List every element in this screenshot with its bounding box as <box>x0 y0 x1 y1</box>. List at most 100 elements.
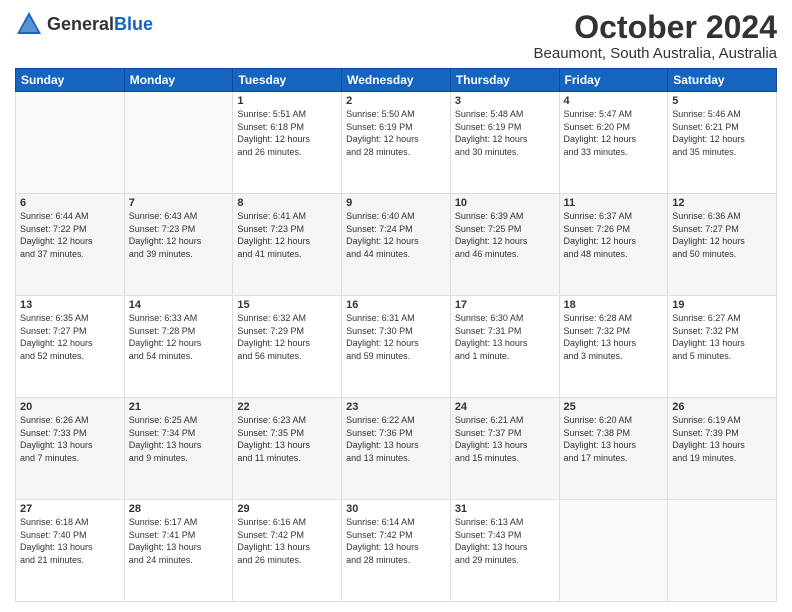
day-info: Sunrise: 6:43 AM Sunset: 7:23 PM Dayligh… <box>129 210 229 260</box>
calendar-cell: 12Sunrise: 6:36 AM Sunset: 7:27 PM Dayli… <box>668 194 777 296</box>
calendar-cell: 10Sunrise: 6:39 AM Sunset: 7:25 PM Dayli… <box>450 194 559 296</box>
day-number: 16 <box>346 299 446 311</box>
day-number: 5 <box>672 95 772 107</box>
calendar-header-row: Sunday Monday Tuesday Wednesday Thursday… <box>16 69 777 92</box>
day-number: 27 <box>20 503 120 515</box>
day-info: Sunrise: 6:21 AM Sunset: 7:37 PM Dayligh… <box>455 414 555 464</box>
day-info: Sunrise: 6:28 AM Sunset: 7:32 PM Dayligh… <box>564 312 664 362</box>
calendar-cell: 23Sunrise: 6:22 AM Sunset: 7:36 PM Dayli… <box>342 398 451 500</box>
day-number: 22 <box>237 401 337 413</box>
day-number: 10 <box>455 197 555 209</box>
logo: GeneralBlue <box>15 10 153 38</box>
day-number: 24 <box>455 401 555 413</box>
main-title: October 2024 <box>534 10 777 45</box>
day-number: 1 <box>237 95 337 107</box>
calendar-cell: 8Sunrise: 6:41 AM Sunset: 7:23 PM Daylig… <box>233 194 342 296</box>
day-info: Sunrise: 6:16 AM Sunset: 7:42 PM Dayligh… <box>237 516 337 566</box>
calendar-week-row: 13Sunrise: 6:35 AM Sunset: 7:27 PM Dayli… <box>16 296 777 398</box>
day-info: Sunrise: 6:23 AM Sunset: 7:35 PM Dayligh… <box>237 414 337 464</box>
calendar-cell: 24Sunrise: 6:21 AM Sunset: 7:37 PM Dayli… <box>450 398 559 500</box>
day-info: Sunrise: 6:30 AM Sunset: 7:31 PM Dayligh… <box>455 312 555 362</box>
day-number: 15 <box>237 299 337 311</box>
day-number: 9 <box>346 197 446 209</box>
calendar-week-row: 6Sunrise: 6:44 AM Sunset: 7:22 PM Daylig… <box>16 194 777 296</box>
day-info: Sunrise: 6:39 AM Sunset: 7:25 PM Dayligh… <box>455 210 555 260</box>
day-info: Sunrise: 6:40 AM Sunset: 7:24 PM Dayligh… <box>346 210 446 260</box>
day-info: Sunrise: 6:22 AM Sunset: 7:36 PM Dayligh… <box>346 414 446 464</box>
day-number: 20 <box>20 401 120 413</box>
col-thursday: Thursday <box>450 69 559 92</box>
title-block: October 2024 Beaumont, South Australia, … <box>534 10 777 62</box>
day-number: 28 <box>129 503 229 515</box>
calendar-cell <box>16 92 125 194</box>
calendar-cell: 22Sunrise: 6:23 AM Sunset: 7:35 PM Dayli… <box>233 398 342 500</box>
day-number: 19 <box>672 299 772 311</box>
day-info: Sunrise: 6:17 AM Sunset: 7:41 PM Dayligh… <box>129 516 229 566</box>
logo-general: General <box>47 15 114 33</box>
calendar-cell: 13Sunrise: 6:35 AM Sunset: 7:27 PM Dayli… <box>16 296 125 398</box>
calendar-cell: 18Sunrise: 6:28 AM Sunset: 7:32 PM Dayli… <box>559 296 668 398</box>
day-number: 8 <box>237 197 337 209</box>
calendar-cell <box>124 92 233 194</box>
sub-title: Beaumont, South Australia, Australia <box>534 45 777 62</box>
calendar-cell: 9Sunrise: 6:40 AM Sunset: 7:24 PM Daylig… <box>342 194 451 296</box>
col-monday: Monday <box>124 69 233 92</box>
calendar-cell: 11Sunrise: 6:37 AM Sunset: 7:26 PM Dayli… <box>559 194 668 296</box>
day-info: Sunrise: 6:20 AM Sunset: 7:38 PM Dayligh… <box>564 414 664 464</box>
day-number: 23 <box>346 401 446 413</box>
col-saturday: Saturday <box>668 69 777 92</box>
day-number: 7 <box>129 197 229 209</box>
calendar-cell <box>559 500 668 602</box>
day-info: Sunrise: 6:41 AM Sunset: 7:23 PM Dayligh… <box>237 210 337 260</box>
day-info: Sunrise: 6:14 AM Sunset: 7:42 PM Dayligh… <box>346 516 446 566</box>
day-info: Sunrise: 6:13 AM Sunset: 7:43 PM Dayligh… <box>455 516 555 566</box>
calendar-table: Sunday Monday Tuesday Wednesday Thursday… <box>15 68 777 602</box>
day-number: 30 <box>346 503 446 515</box>
calendar-week-row: 20Sunrise: 6:26 AM Sunset: 7:33 PM Dayli… <box>16 398 777 500</box>
col-friday: Friday <box>559 69 668 92</box>
day-info: Sunrise: 6:35 AM Sunset: 7:27 PM Dayligh… <box>20 312 120 362</box>
day-number: 31 <box>455 503 555 515</box>
calendar-cell: 25Sunrise: 6:20 AM Sunset: 7:38 PM Dayli… <box>559 398 668 500</box>
calendar-cell: 4Sunrise: 5:47 AM Sunset: 6:20 PM Daylig… <box>559 92 668 194</box>
day-number: 3 <box>455 95 555 107</box>
logo-blue: Blue <box>114 15 153 33</box>
day-info: Sunrise: 6:37 AM Sunset: 7:26 PM Dayligh… <box>564 210 664 260</box>
day-number: 11 <box>564 197 664 209</box>
col-sunday: Sunday <box>16 69 125 92</box>
day-number: 13 <box>20 299 120 311</box>
calendar-cell: 6Sunrise: 6:44 AM Sunset: 7:22 PM Daylig… <box>16 194 125 296</box>
day-info: Sunrise: 6:31 AM Sunset: 7:30 PM Dayligh… <box>346 312 446 362</box>
logo-text: GeneralBlue <box>47 15 153 33</box>
day-info: Sunrise: 6:36 AM Sunset: 7:27 PM Dayligh… <box>672 210 772 260</box>
day-info: Sunrise: 6:44 AM Sunset: 7:22 PM Dayligh… <box>20 210 120 260</box>
calendar-cell: 16Sunrise: 6:31 AM Sunset: 7:30 PM Dayli… <box>342 296 451 398</box>
day-info: Sunrise: 6:27 AM Sunset: 7:32 PM Dayligh… <box>672 312 772 362</box>
calendar-cell: 2Sunrise: 5:50 AM Sunset: 6:19 PM Daylig… <box>342 92 451 194</box>
day-info: Sunrise: 5:50 AM Sunset: 6:19 PM Dayligh… <box>346 108 446 158</box>
col-tuesday: Tuesday <box>233 69 342 92</box>
day-info: Sunrise: 5:46 AM Sunset: 6:21 PM Dayligh… <box>672 108 772 158</box>
day-number: 6 <box>20 197 120 209</box>
day-info: Sunrise: 6:18 AM Sunset: 7:40 PM Dayligh… <box>20 516 120 566</box>
page: GeneralBlue October 2024 Beaumont, South… <box>0 0 792 612</box>
day-number: 17 <box>455 299 555 311</box>
day-info: Sunrise: 6:25 AM Sunset: 7:34 PM Dayligh… <box>129 414 229 464</box>
calendar-cell: 1Sunrise: 5:51 AM Sunset: 6:18 PM Daylig… <box>233 92 342 194</box>
day-info: Sunrise: 6:32 AM Sunset: 7:29 PM Dayligh… <box>237 312 337 362</box>
day-number: 26 <box>672 401 772 413</box>
calendar-cell: 27Sunrise: 6:18 AM Sunset: 7:40 PM Dayli… <box>16 500 125 602</box>
calendar-cell <box>668 500 777 602</box>
day-number: 29 <box>237 503 337 515</box>
day-number: 4 <box>564 95 664 107</box>
day-info: Sunrise: 6:33 AM Sunset: 7:28 PM Dayligh… <box>129 312 229 362</box>
day-number: 14 <box>129 299 229 311</box>
day-number: 2 <box>346 95 446 107</box>
calendar-cell: 21Sunrise: 6:25 AM Sunset: 7:34 PM Dayli… <box>124 398 233 500</box>
calendar-cell: 7Sunrise: 6:43 AM Sunset: 7:23 PM Daylig… <box>124 194 233 296</box>
day-info: Sunrise: 5:48 AM Sunset: 6:19 PM Dayligh… <box>455 108 555 158</box>
day-info: Sunrise: 6:26 AM Sunset: 7:33 PM Dayligh… <box>20 414 120 464</box>
calendar-cell: 3Sunrise: 5:48 AM Sunset: 6:19 PM Daylig… <box>450 92 559 194</box>
day-number: 21 <box>129 401 229 413</box>
day-info: Sunrise: 6:19 AM Sunset: 7:39 PM Dayligh… <box>672 414 772 464</box>
